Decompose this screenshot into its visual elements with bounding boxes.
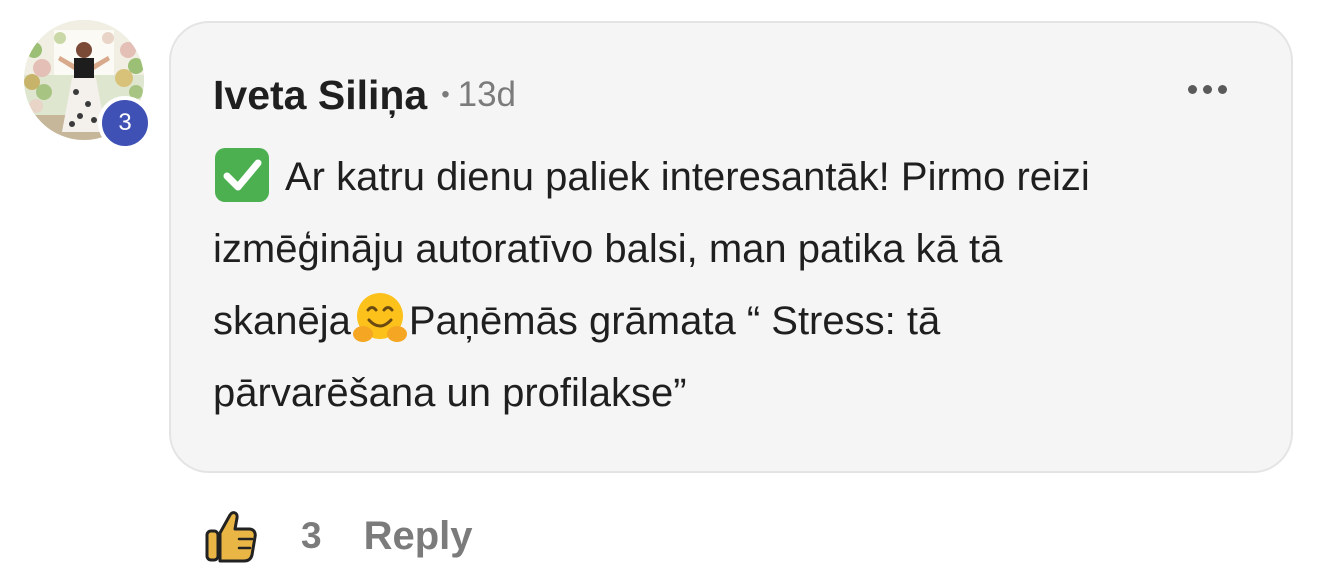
comment-line-3b: Paņēmās grāmata “ Stress: tā [408, 299, 941, 343]
comment-line-1: Ar katru dienu paliek interesantāk! Pirm… [285, 155, 1090, 199]
check-mark-button-icon [213, 146, 271, 204]
comment-line-4: pārvarēšana un profilakse” [213, 371, 687, 415]
avatar-container[interactable]: 3 [24, 20, 152, 150]
like-button[interactable] [205, 509, 257, 563]
avatar-badge: 3 [98, 96, 152, 150]
comment-actions: 3 Reply [205, 508, 473, 564]
comment-line-2: izmēģināju autoratīvo balsi, man patika … [213, 227, 1003, 271]
thumbs-up-icon [205, 511, 257, 563]
separator-dot: • [441, 81, 450, 108]
more-options-icon[interactable] [1188, 85, 1227, 94]
author-name[interactable]: Iveta Siliņa [213, 72, 427, 119]
reply-button[interactable]: Reply [364, 514, 473, 559]
comment-header: Iveta Siliņa • 13d [213, 69, 516, 121]
comment-text: Ar katru dienu paliek interesantāk! Pirm… [213, 141, 1273, 429]
comment-line-3a: skanēja [213, 299, 351, 343]
comment-timestamp: 13d [457, 75, 517, 114]
like-count: 3 [301, 515, 322, 556]
comment-bubble: Iveta Siliņa • 13d Ar katru dienu paliek… [169, 21, 1293, 473]
hugging-face-icon [351, 290, 409, 348]
comment: 3 Iveta Siliņa • 13d Ar katru dienu pali… [0, 0, 1320, 585]
